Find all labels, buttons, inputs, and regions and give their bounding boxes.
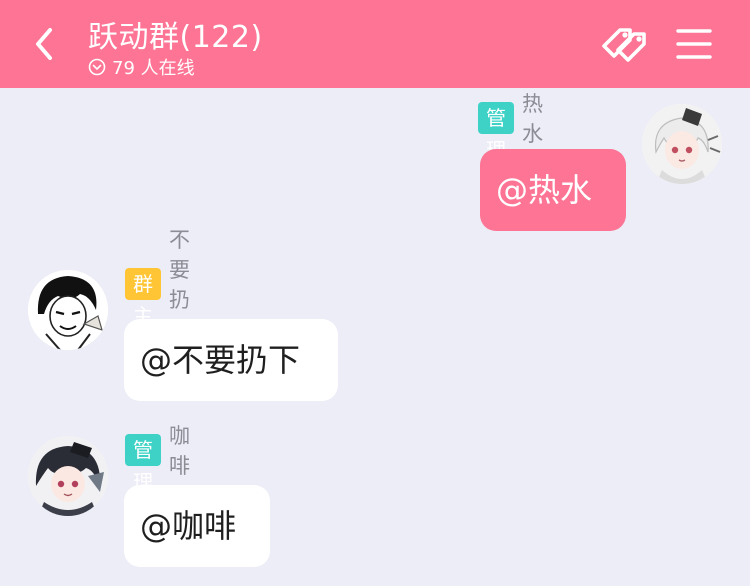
admin-badge: 管理员: [478, 102, 514, 194]
message-bubble[interactable]: @咖啡: [124, 485, 270, 567]
admin-badge: 管理员: [125, 434, 161, 526]
avatar-image: [28, 270, 108, 350]
avatar-image: [642, 104, 722, 184]
link-tag-icon: [602, 28, 646, 62]
avatar[interactable]: [28, 270, 108, 350]
sender-meta: 管理员 咖啡: [125, 424, 190, 526]
avatar[interactable]: [642, 104, 722, 184]
sender-nickname[interactable]: 咖啡: [169, 420, 190, 480]
chat-header: 跃动群(122) 79 人在线: [0, 0, 750, 88]
sender-nickname[interactable]: 热水: [522, 88, 543, 148]
back-button[interactable]: [26, 22, 66, 66]
online-status[interactable]: 79 人在线: [88, 54, 195, 80]
chevron-left-icon: [36, 28, 52, 60]
group-title: 跃动群(122): [88, 20, 263, 55]
chevron-down-circle-icon: [88, 58, 106, 76]
avatar-image: [28, 436, 108, 516]
menu-button[interactable]: [674, 26, 714, 62]
message-bubble[interactable]: @不要扔下: [124, 319, 338, 401]
message-bubble[interactable]: @热水: [480, 149, 626, 231]
hamburger-menu-icon: [676, 29, 712, 59]
group-link-button[interactable]: [598, 20, 650, 68]
sender-meta: 群主 不要扔下: [125, 228, 190, 342]
sender-meta: 管理员 热水: [478, 92, 543, 194]
avatar[interactable]: [28, 436, 108, 516]
online-count: 79 人在线: [112, 58, 195, 79]
owner-badge: 群主: [125, 268, 161, 328]
